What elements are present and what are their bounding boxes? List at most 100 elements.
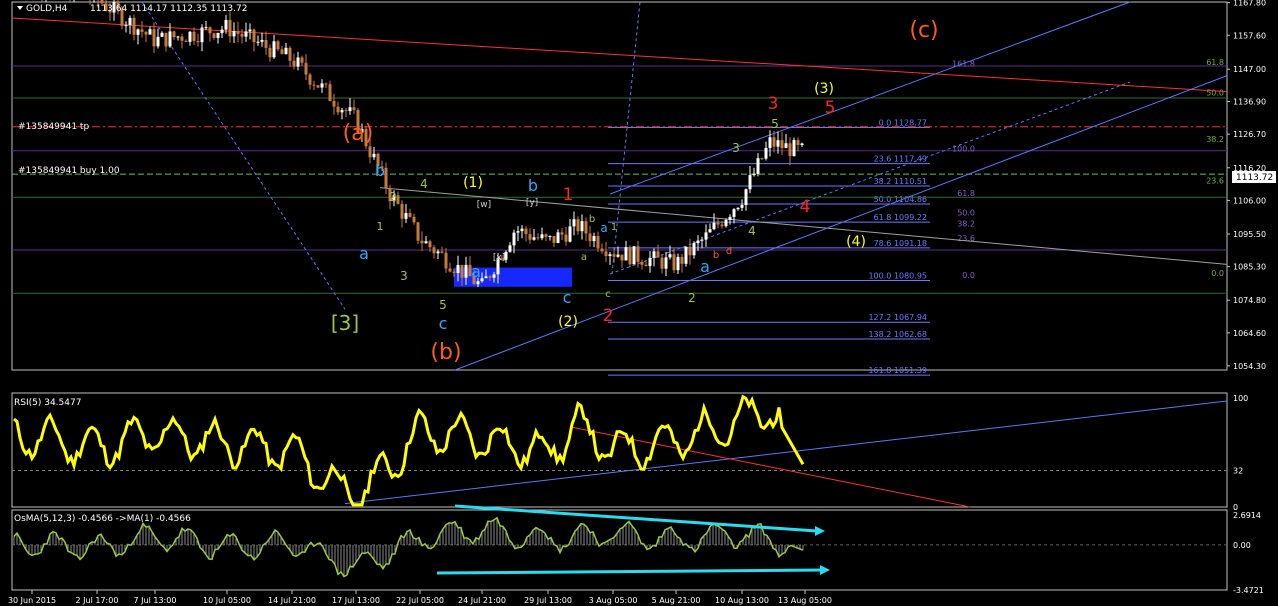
price-axis-label: 1064.60 [1233, 329, 1266, 338]
candle-body [372, 153, 376, 158]
candle-body [160, 32, 164, 37]
rsi-axis-label: 100 [1233, 394, 1248, 403]
candle-body [656, 251, 660, 258]
candle-body [728, 216, 732, 220]
candle-body [436, 251, 440, 254]
price-axis-label: 1147.00 [1233, 65, 1266, 74]
candle-body [212, 33, 216, 38]
candle-body [248, 29, 252, 32]
candle-body [716, 222, 720, 225]
green-fib-label: 38.2 [1206, 135, 1224, 144]
time-axis-label: 17 Jul 13:00 [332, 596, 380, 605]
candle-body [720, 224, 724, 227]
candle-body [432, 247, 436, 254]
candle-body [396, 195, 400, 204]
candle-body [768, 137, 772, 148]
wave-label-green: 2 [688, 291, 696, 305]
wave-label-white: [x] [493, 253, 505, 263]
osma-axis-label: 2.6914 [1233, 511, 1261, 520]
candle-body [524, 228, 528, 235]
candle-body [568, 226, 572, 242]
candle-body [208, 27, 212, 34]
candle-body [444, 252, 448, 269]
candle-body [536, 237, 540, 239]
tp-order-label[interactable]: #135849941 tp [18, 122, 89, 132]
candle-body [708, 229, 712, 233]
wave-label-white: [y] [526, 198, 538, 208]
candle-body [244, 31, 248, 37]
wave-label-cyan: c [563, 288, 572, 307]
current-price-tag: 1113.72 [1232, 171, 1276, 183]
candle-body [664, 257, 668, 269]
wave-label-orange-small: d [726, 246, 732, 257]
candle-body [344, 110, 348, 112]
candle-body [408, 213, 412, 217]
wave-label-green: 5 [439, 298, 447, 312]
chart-header[interactable]: GOLD,H4 1113.64 1114.17 1112.35 1113.72 [17, 4, 247, 14]
candle-body [648, 257, 652, 267]
candle-body [240, 33, 244, 37]
candle-body [652, 251, 656, 258]
wave-label-red: 1 [563, 185, 574, 205]
candle-body [452, 271, 456, 274]
wave-label-green: 2 [389, 190, 397, 204]
time-axis-label: 3 Aug 05:00 [589, 596, 638, 605]
fib-level-label: 100.0 1080.95 [868, 272, 927, 281]
wave-label-green: b [589, 214, 595, 225]
time-axis-label: 7 Jul 13:00 [134, 596, 177, 605]
price-axis-label: 1054.30 [1233, 362, 1266, 371]
candle-body [200, 27, 204, 43]
candle-body [564, 234, 568, 242]
fib-level-label: 61.8 1099.22 [874, 213, 927, 222]
buy-order-label[interactable]: #135849941 buy 1.00 [18, 166, 120, 176]
candle-body [744, 189, 748, 205]
candle-body [348, 107, 352, 112]
candle-body [532, 237, 536, 240]
purple-fib-label: 50.0 [957, 208, 975, 217]
candle-body [576, 219, 580, 232]
candle-body [416, 222, 420, 241]
candle-body [748, 175, 752, 190]
fib-level-label: 138.2 1062.68 [868, 330, 927, 339]
candle-body [528, 234, 532, 240]
time-axis-label: 13 Aug 05:00 [778, 596, 832, 605]
candle-body [796, 140, 800, 145]
candle-body [612, 254, 616, 257]
wave-label-cyan: b [375, 161, 385, 180]
candle-body [152, 29, 156, 47]
wave-label-yellow: (3) [814, 81, 834, 97]
osma-axis-label: -3.4721 [1233, 586, 1264, 595]
fib-level-label: 23.6 1117.49 [874, 155, 927, 164]
green-fib-label: 61.8 [1206, 58, 1224, 67]
wave-label-cyan: c [439, 314, 448, 333]
candle-body [124, 25, 128, 27]
candle-body [680, 256, 684, 264]
wave-label-green: 3 [732, 141, 740, 155]
candle-body [284, 47, 288, 55]
candle-body [700, 239, 704, 241]
candle-body [800, 143, 804, 145]
time-axis-label: 5 Aug 21:00 [652, 596, 701, 605]
current-price-value: 1113.72 [1236, 173, 1273, 183]
candle-body [148, 29, 152, 35]
wave-label-cyan: a [600, 221, 607, 235]
candle-body [312, 84, 316, 86]
candle-body [688, 246, 692, 256]
osma-title: OsMA(5,12,3) -0.4566 ->MA(1) -0.4566 [14, 514, 191, 524]
candle-body [512, 232, 516, 246]
candle-body [260, 40, 264, 42]
ohlc-values: 1113.64 1114.17 1112.35 1113.72 [90, 4, 247, 14]
candle-body [316, 85, 320, 88]
candle-body [272, 41, 276, 58]
candle-body [420, 240, 424, 244]
candle-body [264, 40, 268, 48]
candle-body [580, 221, 584, 232]
fib-level-label: 50.0 1104.86 [874, 195, 927, 204]
symbol-title: GOLD,H4 [26, 4, 68, 14]
candle-body [752, 173, 756, 176]
candle-body [328, 84, 332, 102]
candle-body [772, 137, 776, 147]
fib-level-label: 127.2 1067.94 [868, 313, 927, 322]
wave-label-green: c [605, 289, 611, 300]
candle-body [724, 219, 728, 227]
